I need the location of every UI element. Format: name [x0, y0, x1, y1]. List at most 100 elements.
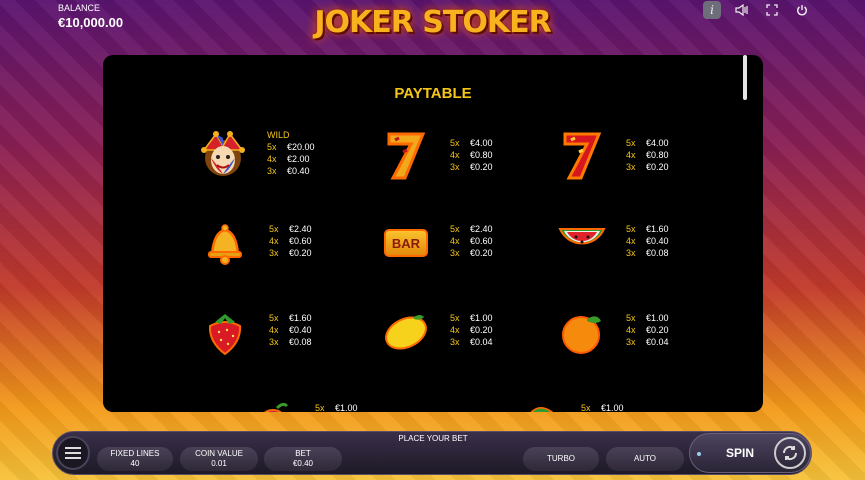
pay-multiplier: 5x — [450, 138, 460, 148]
pay-value: €1.00 — [335, 403, 358, 412]
orange-icon — [554, 304, 610, 360]
paytable-entry-joker: WILD 5x €20.00 4x €2.00 3x €0.40 — [195, 127, 385, 187]
pay-multiplier: 3x — [269, 248, 279, 258]
paytable-entry-plum: 5x €1.00 — [248, 393, 438, 412]
pay-row: 3x €0.08 — [269, 336, 312, 348]
pay-value: €0.40 — [289, 325, 312, 335]
menu-icon-line — [65, 452, 81, 454]
pay-list: WILD 5x €20.00 4x €2.00 3x €0.40 — [267, 129, 315, 177]
pay-row: 5x €1.00 — [450, 312, 493, 324]
balance-value: €10,000.00 — [58, 15, 124, 30]
bet-selector[interactable]: BET €0.40 — [264, 447, 342, 471]
pay-value: €0.80 — [646, 150, 669, 160]
pay-row: 5x €1.00 — [626, 312, 669, 324]
plum-icon — [248, 397, 298, 412]
pay-multiplier: 5x — [450, 313, 460, 323]
pay-list: 5x €1.00 4x €0.20 3x €0.04 — [626, 312, 669, 348]
pay-multiplier: 4x — [450, 236, 460, 246]
pay-value: €0.04 — [470, 337, 493, 347]
pay-row: 4x €0.20 — [450, 324, 493, 336]
pay-multiplier: 5x — [450, 224, 460, 234]
pay-value: €1.00 — [646, 313, 669, 323]
seven-red-icon — [554, 127, 610, 183]
pay-row: 3x €0.20 — [626, 161, 669, 173]
pay-multiplier: 4x — [626, 150, 636, 160]
pay-value: €0.04 — [646, 337, 669, 347]
coin-value-selector[interactable]: COIN VALUE 0.01 — [180, 447, 258, 471]
pay-multiplier: 5x — [581, 403, 591, 412]
coin-value-label: COIN VALUE — [195, 449, 243, 458]
pay-value: €0.80 — [470, 150, 493, 160]
paytable-entry-seven-red: 5x €4.00 4x €0.80 3x €0.20 — [554, 127, 744, 187]
pay-list: 5x €2.40 4x €0.60 3x €0.20 — [450, 223, 493, 259]
balance-display: BALANCE €10,000.00 — [58, 3, 123, 30]
pay-multiplier: 3x — [626, 337, 636, 347]
spin-indicator-dot — [697, 452, 701, 456]
auto-button[interactable]: AUTO — [606, 447, 684, 471]
pay-value: €0.20 — [289, 248, 312, 258]
pay-value: €2.40 — [289, 224, 312, 234]
pay-value: €0.20 — [646, 162, 669, 172]
pay-row: 5x €2.40 — [269, 223, 312, 235]
pay-value: €0.08 — [289, 337, 312, 347]
pay-row: 3x €0.40 — [267, 165, 315, 177]
info-icon[interactable]: i — [703, 1, 721, 19]
pay-row: 3x €0.20 — [269, 247, 312, 259]
paytable-panel: PAYTABLE WILD 5x €20.00 4x €2.00 3x €0.40 — [103, 55, 763, 412]
pay-multiplier: 4x — [269, 325, 279, 335]
pay-multiplier: 3x — [267, 166, 277, 176]
spin-button[interactable]: SPIN — [689, 433, 811, 473]
pay-row: 5x €4.00 — [626, 137, 669, 149]
bet-value: €0.40 — [292, 459, 314, 468]
spin-arrows-icon — [774, 437, 806, 469]
pay-multiplier: 3x — [450, 337, 460, 347]
pay-value: €0.20 — [470, 162, 493, 172]
paytable-entry-lemon: 5x €1.00 4x €0.20 3x €0.04 — [378, 304, 568, 364]
control-bar: PLACE YOUR BET FIXED LINES 40 COIN VALUE… — [52, 431, 812, 475]
pay-multiplier: 4x — [450, 325, 460, 335]
pay-row: 4x €0.80 — [450, 149, 493, 161]
pay-value: €1.00 — [601, 403, 624, 412]
seven-gold-icon — [378, 127, 434, 183]
pay-row: 4x €0.60 — [450, 235, 493, 247]
bar-icon: BAR — [378, 215, 434, 271]
pay-row: 4x €0.40 — [269, 324, 312, 336]
menu-button[interactable] — [56, 436, 90, 470]
paytable-entry-bell: 5x €2.40 4x €0.60 3x €0.20 — [197, 215, 387, 275]
pay-list: 5x €1.00 4x €0.20 3x €0.04 — [450, 312, 493, 348]
watermelon-icon — [554, 215, 610, 271]
pay-row: 3x €0.20 — [450, 161, 493, 173]
pay-value: €0.20 — [646, 325, 669, 335]
pay-multiplier: 4x — [267, 154, 277, 164]
pay-multiplier: 5x — [626, 224, 636, 234]
pay-multiplier: 3x — [450, 248, 460, 258]
pay-row: 5x €1.60 — [269, 312, 312, 324]
pay-multiplier: 4x — [626, 325, 636, 335]
sound-icon[interactable] — [733, 1, 751, 19]
power-icon[interactable] — [793, 1, 811, 19]
turbo-button[interactable]: TURBO — [523, 447, 599, 471]
pay-value: €1.00 — [470, 313, 493, 323]
pay-list: 5x €1.60 4x €0.40 3x €0.08 — [269, 312, 312, 348]
pay-value: €20.00 — [287, 142, 315, 152]
wild-label: WILD — [267, 130, 290, 140]
pay-row: 5x €2.40 — [450, 223, 493, 235]
pay-row: 5x €1.00 — [581, 402, 624, 412]
pay-list: 5x €1.00 — [581, 402, 624, 412]
pay-row: 5x €1.60 — [626, 223, 669, 235]
pay-row: 4x €0.40 — [626, 235, 669, 247]
bell-icon — [197, 215, 253, 271]
menu-icon-line — [65, 447, 81, 449]
fullscreen-icon[interactable] — [763, 1, 781, 19]
pay-value: €1.60 — [646, 224, 669, 234]
pay-multiplier: 5x — [269, 313, 279, 323]
paytable-entry-watermelon: 5x €1.60 4x €0.40 3x €0.08 — [554, 215, 744, 275]
pay-row: 5x €4.00 — [450, 137, 493, 149]
pay-value: €0.20 — [470, 248, 493, 258]
pay-row: 5x €1.00 — [315, 402, 358, 412]
paytable-entry-grapes: 5x €1.00 — [515, 393, 705, 412]
paytable-entry-bar: BAR 5x €2.40 4x €0.60 3x €0.20 — [378, 215, 568, 275]
pay-row: 4x €0.80 — [626, 149, 669, 161]
pay-value: €0.08 — [646, 248, 669, 258]
coin-value-value: 0.01 — [211, 459, 227, 468]
